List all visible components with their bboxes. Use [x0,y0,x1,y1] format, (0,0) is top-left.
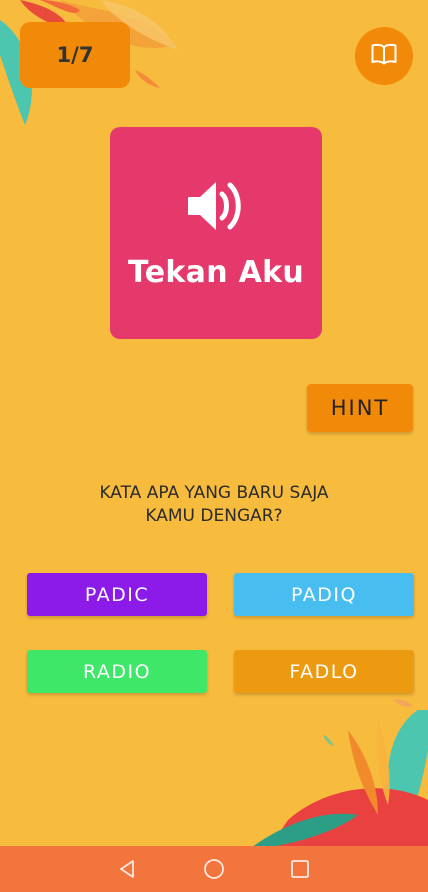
answer-option-fadlo[interactable]: FADLO [234,650,414,693]
book-button[interactable] [355,27,413,85]
speaker-icon [186,177,246,239]
question-line-1: KATA APA YANG BARU SAJA [99,483,329,503]
question-text: KATA APA YANG BARU SAJA KAMU DENGAR? [60,482,368,528]
nav-back-icon [120,860,134,878]
nav-back-button[interactable] [116,857,140,881]
play-sound-card[interactable]: Tekan Aku [110,127,322,339]
nav-home-button[interactable] [202,857,226,881]
answer-option-radio[interactable]: RADIO [27,650,207,693]
system-navigation-bar [0,846,428,892]
answer-option-padiq[interactable]: PADIQ [234,573,414,616]
nav-home-icon [204,859,224,879]
nav-recents-icon [291,860,309,878]
hint-button[interactable]: HINT [307,384,413,432]
book-icon [371,43,397,69]
leaf-decoration-bottom-right [248,699,428,850]
question-progress-badge: 1/7 [20,22,130,88]
question-line-2: KAMU DENGAR? [145,506,283,526]
nav-recents-button[interactable] [288,857,312,881]
sound-card-label: Tekan Aku [127,254,305,290]
answer-option-padic[interactable]: PADIC [27,573,207,616]
